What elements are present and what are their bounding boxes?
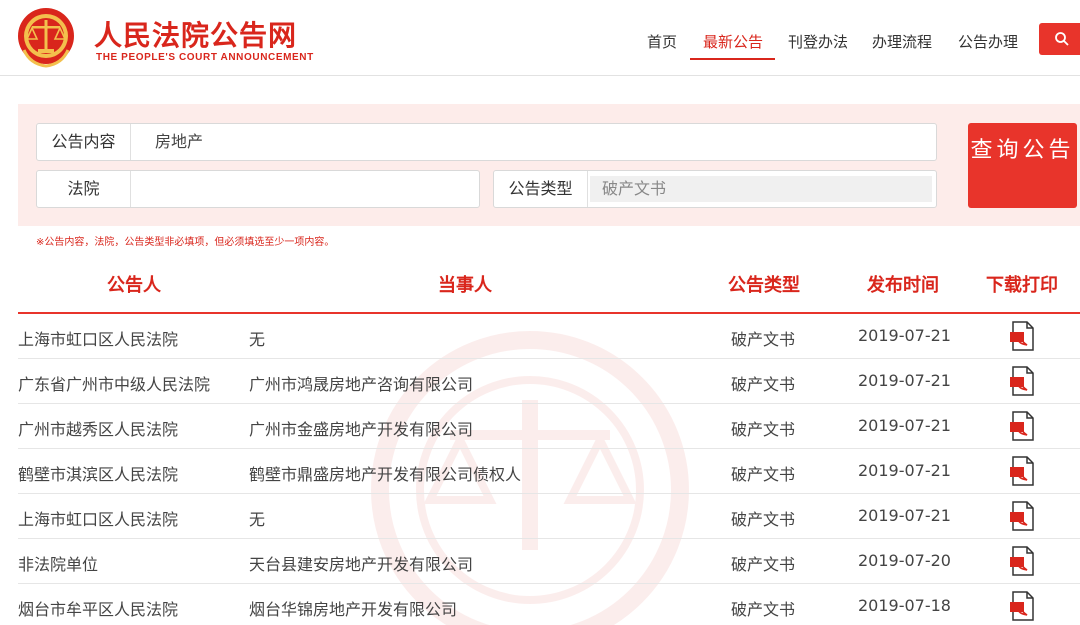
table-row[interactable]: 广东省广州市中级人民法院 广州市鸿晟房地产咨询有限公司 破产文书 2019-07… [18, 359, 1080, 404]
table-header: 公告人 当事人 公告类型 发布时间 下载打印 [18, 252, 1080, 314]
party-cell[interactable]: 广州市鸿晟房地产咨询有限公司 [249, 371, 473, 395]
type-label: 公告类型 [494, 171, 588, 207]
date-cell: 2019-07-20 [858, 551, 951, 570]
date-cell: 2019-07-21 [858, 371, 951, 390]
pdf-download-icon[interactable] [1009, 501, 1035, 531]
column-header-download: 下载打印 [986, 275, 1058, 296]
column-header-party: 当事人 [438, 275, 492, 296]
party-cell[interactable]: 天台县建安房地产开发有限公司 [249, 551, 473, 575]
court-label: 法院 [37, 171, 131, 207]
column-header-type: 公告类型 [728, 275, 800, 296]
announcer-cell: 上海市虹口区人民法院 [18, 510, 179, 529]
announcer-cell: 烟台市牟平区人民法院 [18, 600, 179, 619]
pdf-download-icon[interactable] [1009, 366, 1035, 396]
date-cell: 2019-07-21 [858, 506, 951, 525]
party-cell[interactable]: 烟台华锦房地产开发有限公司 [249, 596, 457, 620]
announcer-cell: 广东省广州市中级人民法院 [18, 375, 211, 394]
type-cell: 破产文书 [731, 375, 796, 394]
date-cell: 2019-07-21 [858, 461, 951, 480]
type-select[interactable]: 破产文书 [590, 176, 932, 202]
announcer-cell: 广州市越秀区人民法院 [18, 420, 179, 439]
form-note: ※公告内容，法院，公告类型非必填项，但必须填选至少一项内容。 [36, 237, 335, 248]
type-cell: 破产文书 [731, 555, 796, 574]
table-row[interactable]: 烟台市牟平区人民法院 烟台华锦房地产开发有限公司 破产文书 2019-07-18 [18, 584, 1080, 625]
nav-announcement-service[interactable]: 公告办理 [958, 31, 1018, 52]
pdf-download-icon[interactable] [1009, 546, 1035, 576]
party-cell[interactable]: 广州市金盛房地产开发有限公司 [249, 416, 473, 440]
site-subtitle: THE PEOPLE'S COURT ANNOUNCEMENT [96, 52, 314, 63]
content-field: 公告内容 [36, 123, 937, 161]
party-cell[interactable]: 无 [249, 506, 265, 530]
search-icon [1055, 32, 1069, 46]
table-row[interactable]: 鹤壁市淇滨区人民法院 鹤壁市鼎盛房地产开发有限公司债权人 破产文书 2019-0… [18, 449, 1080, 494]
site-title[interactable]: 人民法院公告网 [94, 14, 297, 54]
type-cell: 破产文书 [731, 465, 796, 484]
type-cell: 破产文书 [731, 420, 796, 439]
nav-active-underline [690, 58, 775, 60]
announcer-cell: 非法院单位 [18, 555, 99, 574]
table-row[interactable]: 非法院单位 天台县建安房地产开发有限公司 破产文书 2019-07-20 [18, 539, 1080, 584]
site-header: 人民法院公告网 THE PEOPLE'S COURT ANNOUNCEMENT … [0, 0, 1080, 76]
type-cell: 破产文书 [731, 600, 796, 619]
announcer-cell: 上海市虹口区人民法院 [18, 330, 179, 349]
table-row[interactable]: 广州市越秀区人民法院 广州市金盛房地产开发有限公司 破产文书 2019-07-2… [18, 404, 1080, 449]
party-cell[interactable]: 鹤壁市鼎盛房地产开发有限公司债权人 [249, 461, 521, 485]
column-header-announcer: 公告人 [107, 275, 161, 296]
pdf-download-icon[interactable] [1009, 591, 1035, 621]
pdf-download-icon[interactable] [1009, 456, 1035, 486]
nav-home[interactable]: 首页 [647, 31, 677, 52]
date-cell: 2019-07-21 [858, 416, 951, 435]
announcer-cell: 鹤壁市淇滨区人民法院 [18, 465, 179, 484]
type-field: 公告类型 破产文书 [493, 170, 937, 208]
type-cell: 破产文书 [731, 510, 796, 529]
header-search-button[interactable] [1039, 23, 1080, 55]
court-field: 法院 [36, 170, 480, 208]
search-panel: 公告内容 法院 公告类型 破产文书 查询公告 [18, 104, 1080, 226]
party-cell[interactable]: 无 [249, 326, 265, 350]
court-emblem-icon[interactable] [16, 6, 76, 68]
type-cell: 破产文书 [731, 330, 796, 349]
nav-publishing-method[interactable]: 刊登办法 [788, 31, 848, 52]
pdf-download-icon[interactable] [1009, 411, 1035, 441]
content-input[interactable] [143, 124, 923, 160]
table-row[interactable]: 上海市虹口区人民法院 无 破产文书 2019-07-21 [18, 314, 1080, 359]
pdf-download-icon[interactable] [1009, 321, 1035, 351]
court-input[interactable] [133, 171, 473, 207]
nav-process[interactable]: 办理流程 [872, 31, 932, 52]
date-cell: 2019-07-18 [858, 596, 951, 615]
table-row[interactable]: 上海市虹口区人民法院 无 破产文书 2019-07-21 [18, 494, 1080, 539]
query-announcement-button[interactable]: 查询公告 [968, 123, 1077, 208]
nav-latest-announcements[interactable]: 最新公告 [703, 31, 763, 52]
content-label: 公告内容 [37, 124, 131, 160]
column-header-date: 发布时间 [867, 275, 939, 296]
date-cell: 2019-07-21 [858, 326, 951, 345]
